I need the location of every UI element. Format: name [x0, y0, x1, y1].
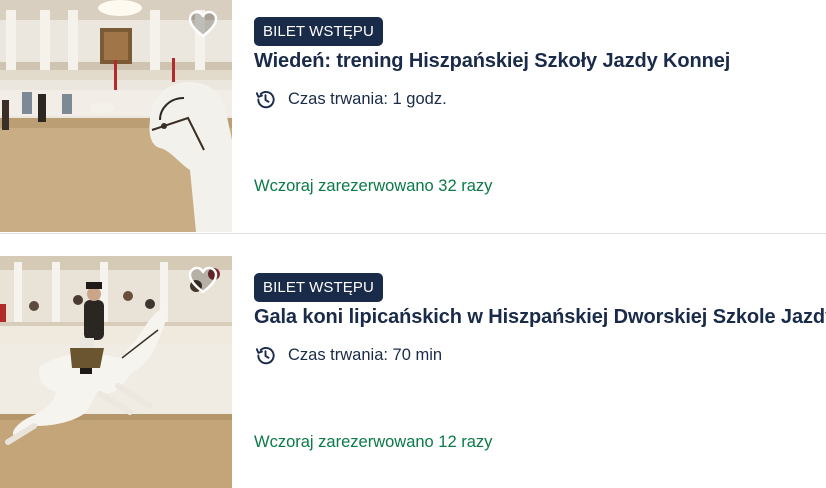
- card-divider: [0, 233, 826, 234]
- activity-card[interactable]: BILET WSTĘPU Wiedeń: trening Hiszpańskie…: [0, 0, 826, 232]
- activity-duration: Czas trwania: 1 godz.: [254, 88, 447, 111]
- activity-card[interactable]: BILET WSTĘPU Gala koni lipicańskich w Hi…: [0, 256, 826, 488]
- heart-outline-icon[interactable]: [188, 266, 218, 294]
- activity-info: BILET WSTĘPU Wiedeń: trening Hiszpańskie…: [232, 0, 826, 232]
- activity-image[interactable]: [0, 0, 232, 232]
- duration-text: Czas trwania: 70 min: [288, 346, 443, 364]
- booking-activity-text: Wczoraj zarezerwowano 32 razy: [254, 177, 493, 195]
- activity-title[interactable]: Wiedeń: trening Hiszpańskiej Szkoły Jazd…: [254, 50, 730, 73]
- activity-image[interactable]: [0, 256, 232, 488]
- activity-duration: Czas trwania: 70 min: [254, 344, 442, 367]
- clock-history-icon: [254, 88, 277, 111]
- ticket-type-badge: BILET WSTĘPU: [254, 17, 383, 46]
- duration-text: Czas trwania: 1 godz.: [288, 90, 447, 108]
- heart-outline-icon[interactable]: [188, 10, 218, 38]
- activity-title[interactable]: Gala koni lipicańskich w Hiszpańskiej Dw…: [254, 306, 826, 329]
- activity-info: BILET WSTĘPU Gala koni lipicańskich w Hi…: [232, 256, 826, 488]
- clock-history-icon: [254, 344, 277, 367]
- booking-activity-text: Wczoraj zarezerwowano 12 razy: [254, 433, 493, 451]
- ticket-type-badge: BILET WSTĘPU: [254, 273, 383, 302]
